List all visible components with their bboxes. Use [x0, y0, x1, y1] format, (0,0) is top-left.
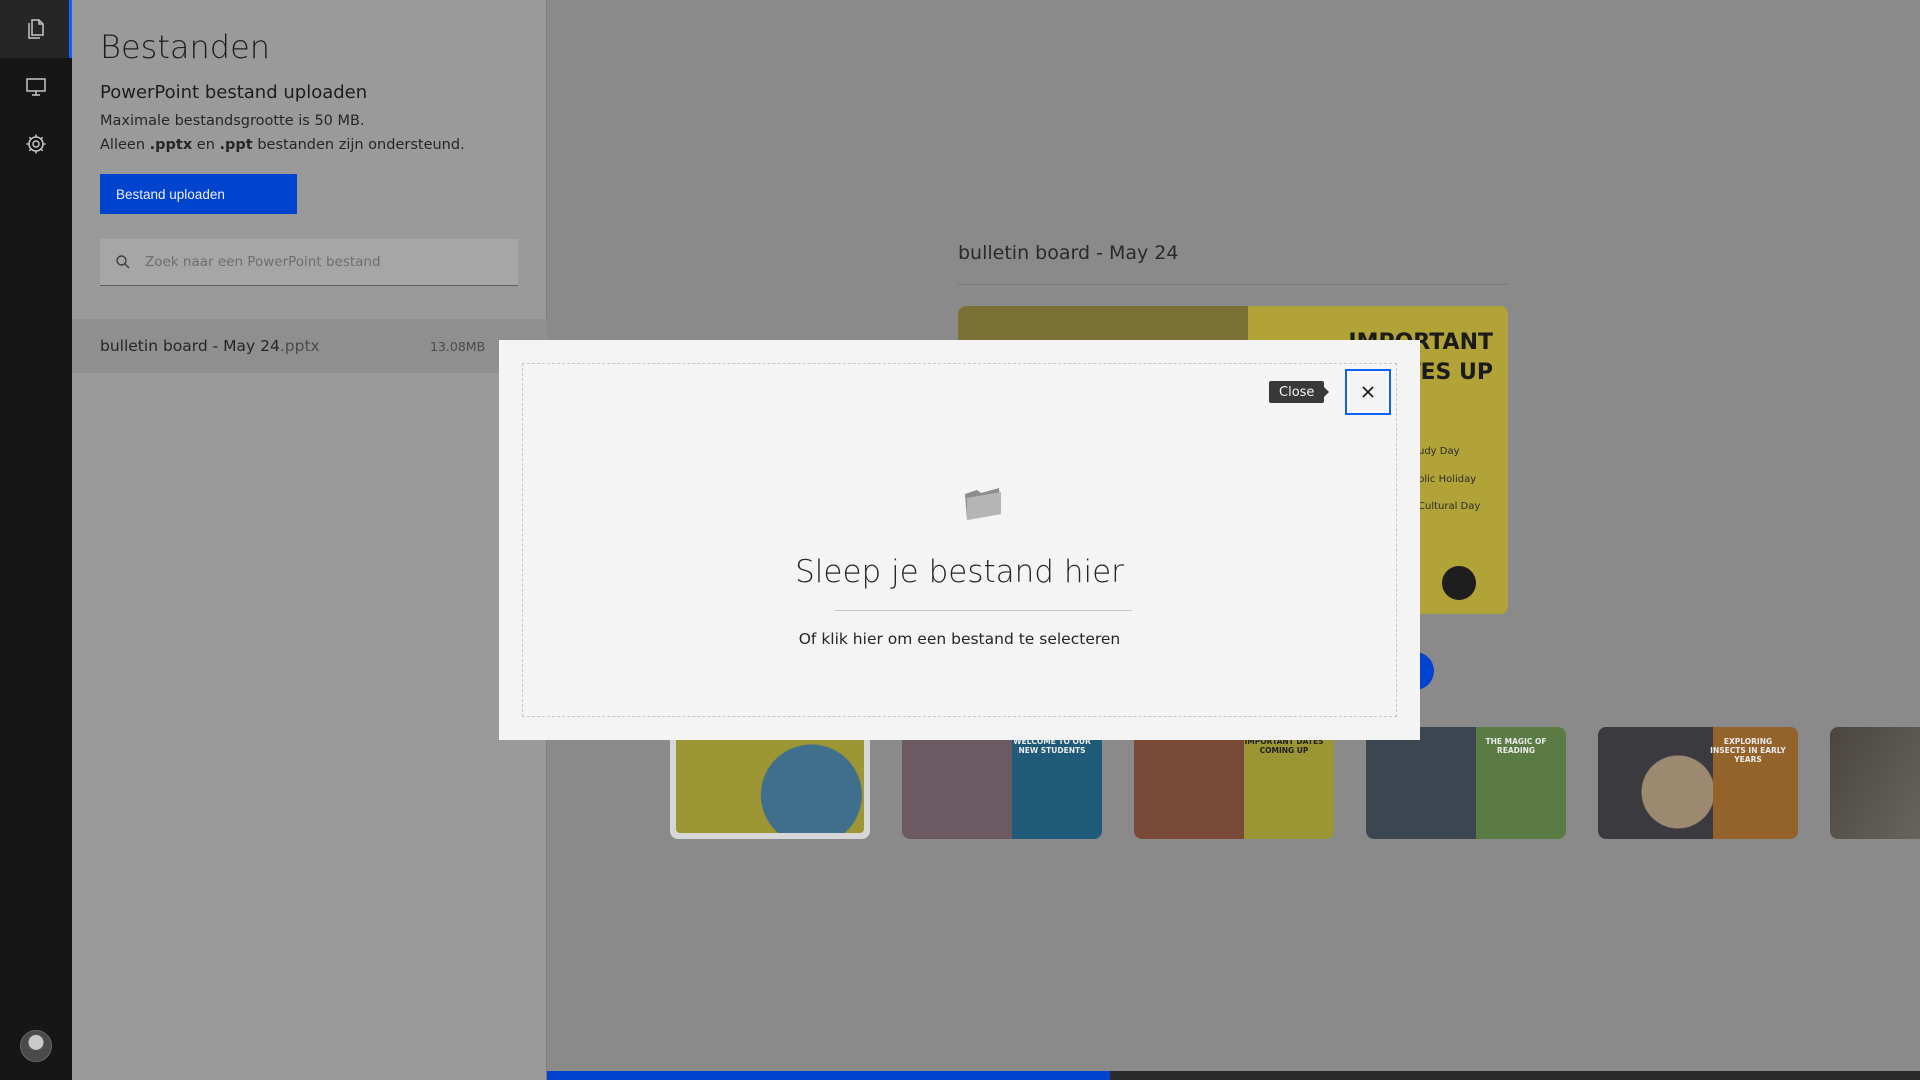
search-field[interactable]: [100, 239, 518, 286]
formats-prefix: Alleen: [100, 137, 150, 153]
slide-item: blic Holiday: [1418, 474, 1477, 485]
format-pptx: .pptx: [149, 137, 193, 153]
thumbnail-caption: EXPLORING INSECTS IN EARLY YEARS: [1710, 737, 1786, 764]
left-rail: [0, 0, 72, 1080]
slide-thumbnail[interactable]: [670, 727, 870, 839]
dropzone-divider: [835, 610, 1132, 611]
format-ppt: .ppt: [219, 137, 253, 153]
folder-icon: [965, 488, 1001, 520]
preview-title: bulletin board - May 24: [958, 242, 1179, 264]
progress-bar: [547, 1071, 1920, 1080]
formats-mid: en: [192, 137, 220, 153]
max-size-text: Maximale bestandsgrootte is 50 MB.: [100, 113, 365, 129]
close-tooltip: Close: [1269, 381, 1330, 403]
search-input[interactable]: [145, 254, 505, 270]
slide-thumbnail[interactable]: [1830, 727, 1920, 839]
file-extension: .pptx: [279, 337, 320, 355]
close-button[interactable]: [1345, 369, 1391, 415]
page-title: Bestanden: [100, 28, 271, 66]
upload-heading: PowerPoint bestand uploaden: [100, 82, 368, 103]
progress-fill: [547, 1071, 1110, 1080]
files-icon: [27, 19, 44, 39]
preview-divider: [958, 284, 1508, 285]
slide-item: Cultural Day: [1418, 501, 1481, 512]
thumbnail-image: [676, 733, 864, 833]
supported-formats-text: Alleen .pptx en .ppt bestanden zijn onde…: [100, 137, 465, 153]
rail-display-button[interactable]: [0, 58, 72, 116]
thumbnail-caption: THE MAGIC OF READING: [1485, 737, 1547, 755]
formats-suffix: bestanden zijn ondersteund.: [252, 137, 465, 153]
slide-thumbnail[interactable]: WELCOME TO OUR NEW STUDENTS: [902, 727, 1102, 839]
monitor-icon: [26, 78, 46, 96]
avatar[interactable]: [20, 1030, 52, 1062]
rail-settings-button[interactable]: [0, 115, 72, 173]
rail-files-button[interactable]: [0, 0, 72, 58]
dropzone-subtitle: Of klik hier om een bestand te selectere…: [798, 630, 1121, 648]
file-list-item[interactable]: bulletin board - May 24.pptx 13.08MB: [72, 319, 547, 373]
file-name: bulletin board - May 24.pptx: [100, 337, 320, 355]
files-panel: Bestanden PowerPoint bestand uploaden Ma…: [72, 0, 547, 1080]
slide-thumbnail[interactable]: IMPORTANT DATES COMING UP: [1134, 727, 1334, 839]
file-dropzone[interactable]: Sleep je bestand hier Of klik hier om ee…: [522, 363, 1397, 717]
school-logo: [1440, 564, 1478, 602]
upload-file-button[interactable]: Bestand uploaden: [100, 174, 297, 214]
slide-item: udy Day: [1418, 446, 1460, 457]
slide-thumbnail[interactable]: THE MAGIC OF READING: [1366, 727, 1566, 839]
file-basename: bulletin board - May 24: [100, 337, 280, 355]
gear-icon: [26, 134, 46, 154]
search-icon: [116, 255, 130, 269]
dropzone-title: Sleep je bestand hier: [795, 554, 1124, 590]
close-icon: [1362, 386, 1374, 398]
file-size: 13.08MB: [430, 338, 486, 354]
upload-modal: Sleep je bestand hier Of klik hier om ee…: [499, 340, 1420, 740]
slide-thumbnail[interactable]: EXPLORING INSECTS IN EARLY YEARS: [1598, 727, 1798, 839]
